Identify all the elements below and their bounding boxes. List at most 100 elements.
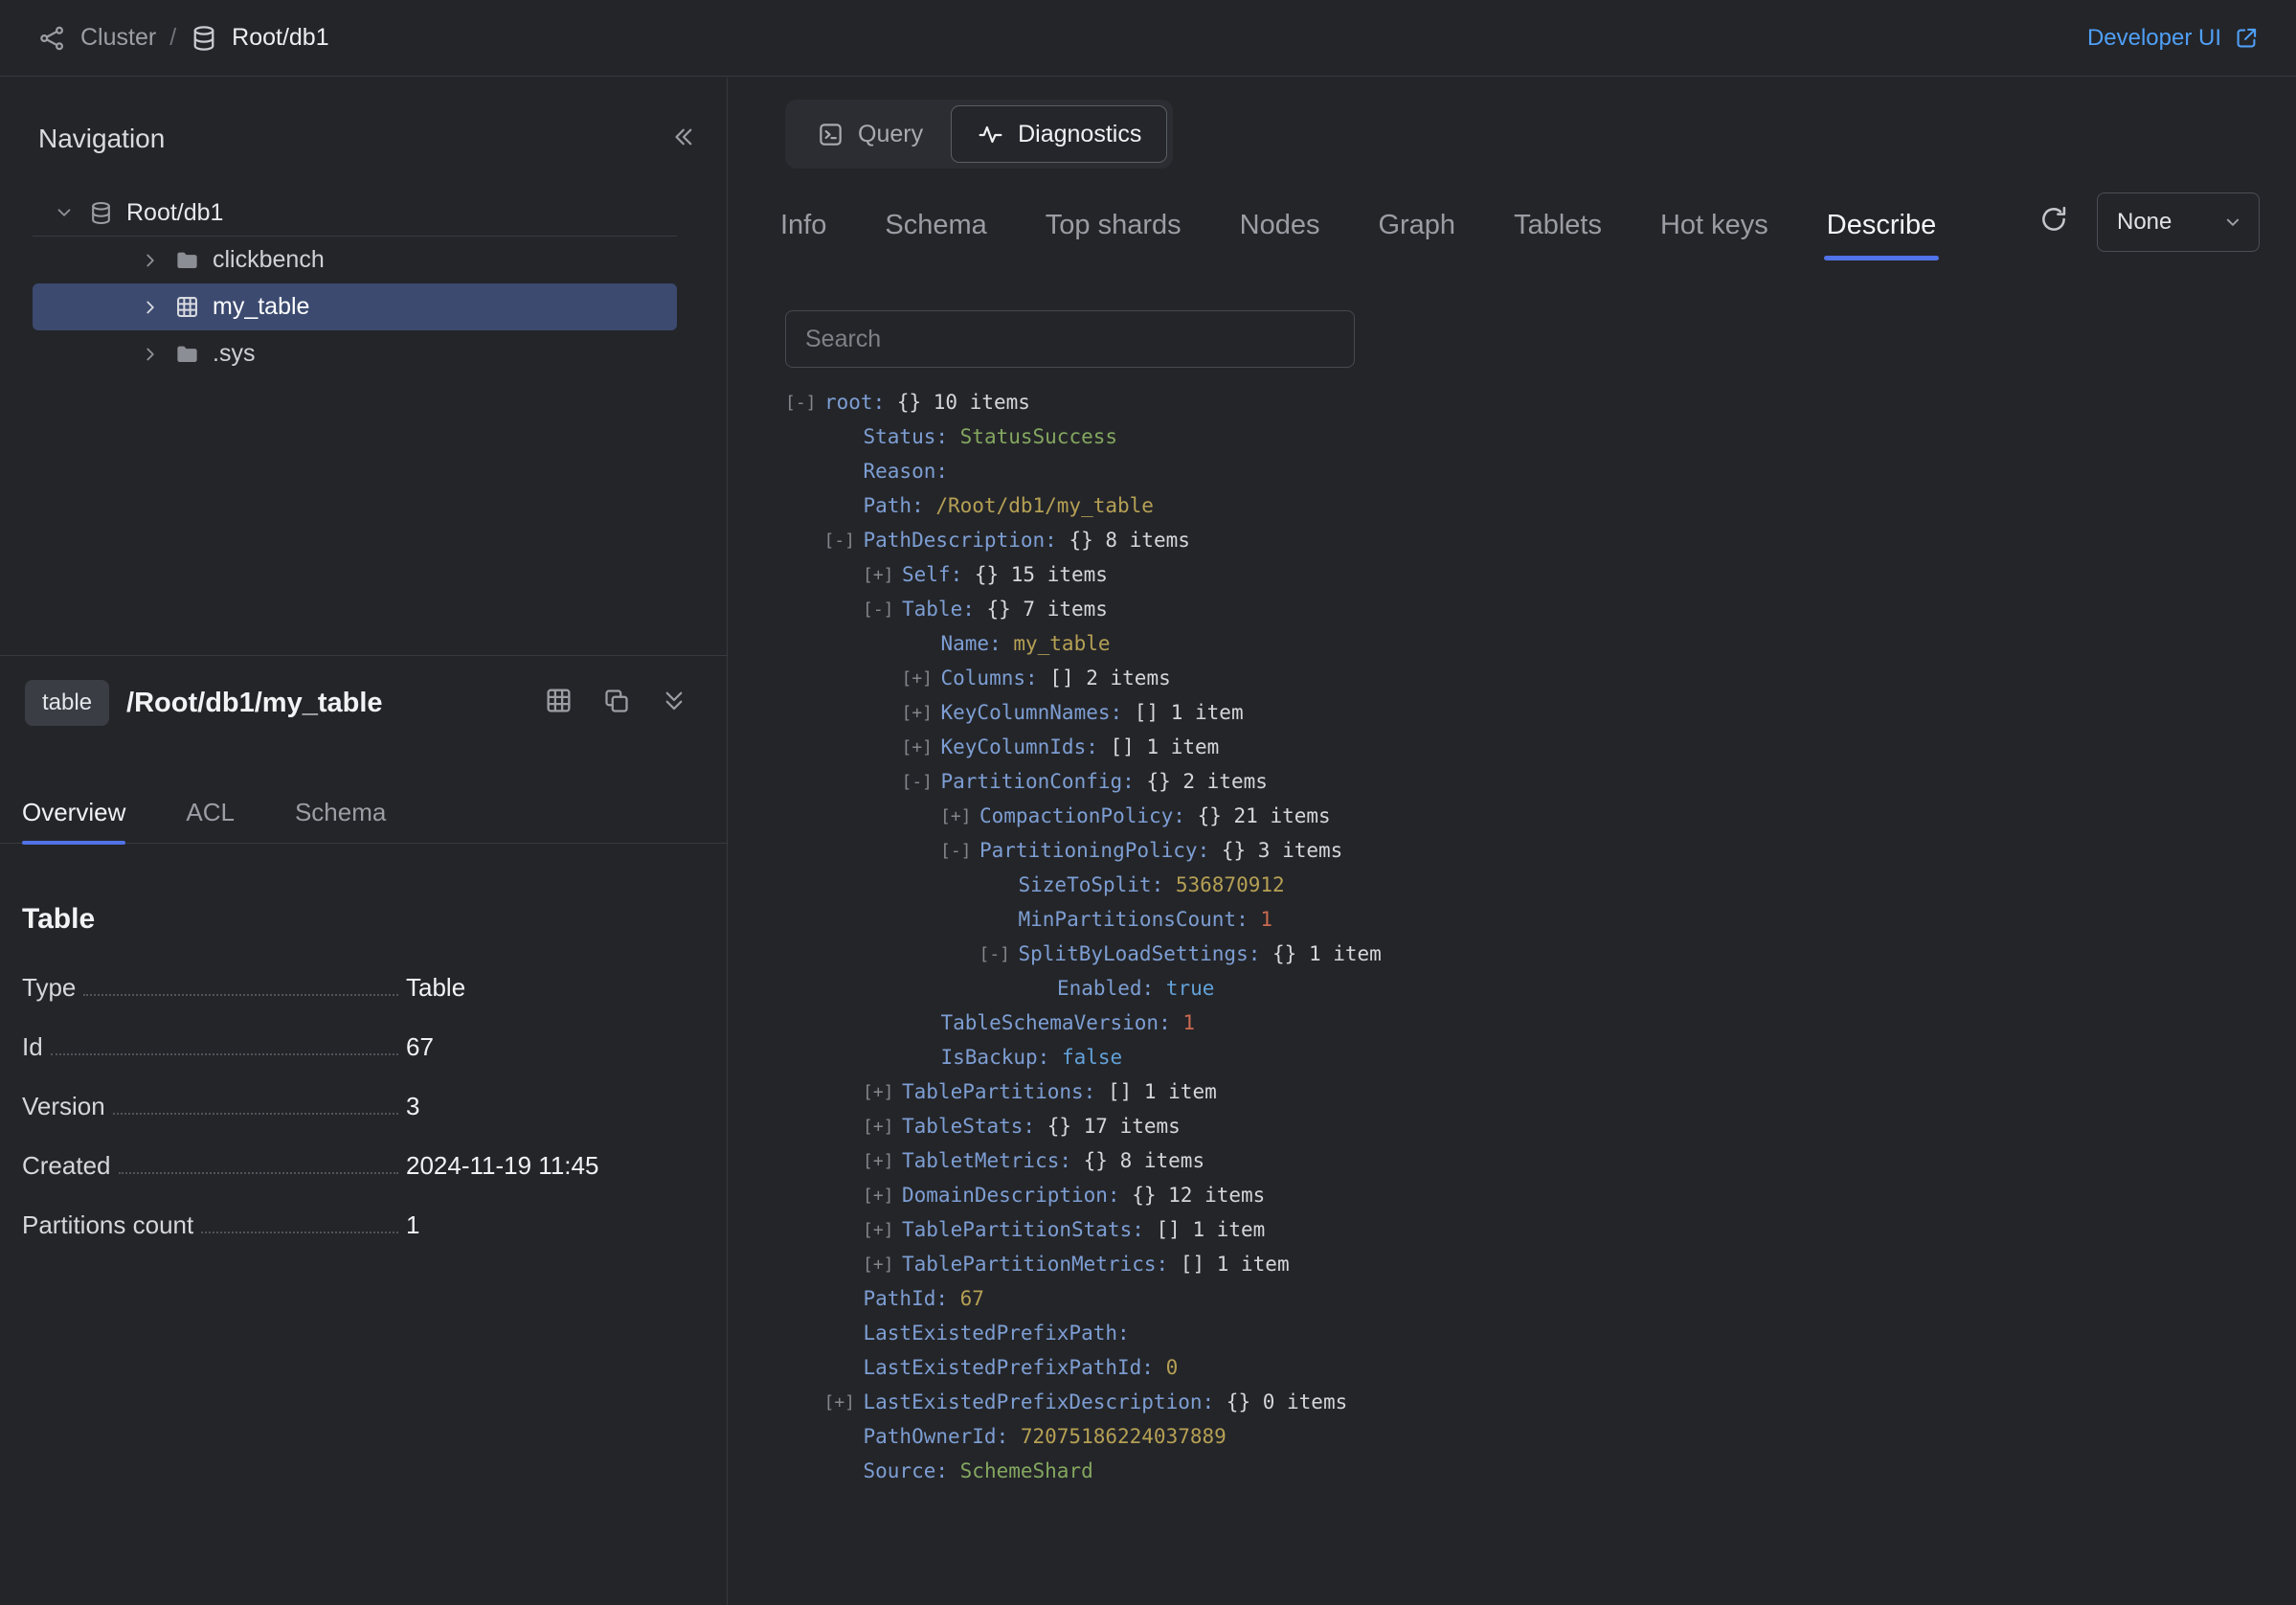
database-icon <box>190 24 218 53</box>
tab-top-shards[interactable]: Top shards <box>1043 191 1184 260</box>
chevron-down-icon <box>2220 210 2245 235</box>
json-toggle-button[interactable]: [-] <box>785 393 824 413</box>
field-label: Version <box>22 1092 105 1121</box>
describe-line: LastExistedPrefixPath: <box>785 1316 1382 1350</box>
tab-hot-keys[interactable]: Hot keys <box>1657 191 1771 260</box>
json-key: KeyColumnNames: <box>941 701 1123 724</box>
json-toggle-button[interactable]: [+] <box>902 737 941 757</box>
collapse-navigation-button[interactable] <box>665 119 702 160</box>
json-toggle-button[interactable]: [+] <box>940 806 979 826</box>
double-chevron-left-icon <box>669 123 698 151</box>
chevron-right-icon[interactable] <box>139 296 162 319</box>
field-label: Created <box>22 1151 111 1181</box>
breadcrumb-separator: / <box>169 24 176 52</box>
json-toggle-button[interactable]: [+] <box>902 668 941 689</box>
describe-line: LastExistedPrefixPathId: 0 <box>785 1350 1382 1385</box>
describe-line: [+]TablePartitionStats: [] 1 item <box>785 1212 1382 1247</box>
summary-tab-schema[interactable]: Schema <box>295 781 386 843</box>
json-toggle-button[interactable]: [+] <box>824 1392 864 1413</box>
describe-line: [+]CompactionPolicy: {} 21 items <box>785 799 1382 833</box>
json-toggle-button[interactable]: [-] <box>940 841 979 861</box>
refresh-button[interactable] <box>2036 201 2072 242</box>
json-toggle-button[interactable]: [-] <box>824 531 864 551</box>
developer-ui-link[interactable]: Developer UI <box>2087 25 2260 52</box>
json-toggle-button[interactable]: [+] <box>863 1186 902 1206</box>
describe-line: IsBackup: false <box>785 1040 1382 1074</box>
json-toggle-button[interactable]: [+] <box>902 703 941 723</box>
json-value: 1 <box>1171 1011 1195 1034</box>
database-icon <box>88 200 114 226</box>
tab-graph[interactable]: Graph <box>1375 191 1458 260</box>
describe-line: SizeToSplit: 536870912 <box>785 868 1382 902</box>
nav-tree-item-clickbench[interactable]: clickbench <box>33 237 677 283</box>
search-input[interactable] <box>785 310 1355 368</box>
double-chevron-down-icon <box>660 687 688 715</box>
describe-line: [+]TableStats: {} 17 items <box>785 1109 1382 1143</box>
json-key: root: <box>824 391 885 414</box>
json-key: TablePartitionStats: <box>902 1218 1144 1241</box>
nav-tree-item-my-table[interactable]: my_table <box>33 283 677 330</box>
json-toggle-button[interactable]: [+] <box>863 1255 902 1275</box>
chevron-down-icon[interactable] <box>53 201 76 224</box>
json-key: Enabled: <box>1057 977 1154 1000</box>
json-key: Self: <box>902 563 962 586</box>
json-key: LastExistedPrefixPath: <box>864 1322 1130 1345</box>
mode-query-button[interactable]: Query <box>791 105 949 163</box>
tab-nodes[interactable]: Nodes <box>1237 191 1323 260</box>
json-key: SplitByLoadSettings: <box>1019 942 1261 965</box>
copy-path-button[interactable] <box>600 685 633 722</box>
nav-tree-item-root-db1[interactable]: Root/db1 <box>33 190 677 237</box>
json-toggle-button[interactable]: [+] <box>863 1117 902 1137</box>
json-key: Reason: <box>864 460 949 483</box>
json-key: Path: <box>864 494 924 517</box>
expand-summary-button[interactable] <box>658 685 690 722</box>
folder-icon <box>174 247 200 273</box>
json-key: CompactionPolicy: <box>979 804 1185 827</box>
summary-tab-overview[interactable]: Overview <box>22 781 125 843</box>
field-label: Type <box>22 973 76 1003</box>
json-key: IsBackup: <box>941 1046 1050 1069</box>
json-value: /Root/db1/my_table <box>924 494 1154 517</box>
tab-tablets[interactable]: Tablets <box>1511 191 1605 260</box>
mode-diagnostics-button[interactable]: Diagnostics <box>951 105 1167 163</box>
describe-line: TableSchemaVersion: 1 <box>785 1006 1382 1040</box>
json-meta: {} 3 items <box>1209 839 1342 862</box>
json-toggle-button[interactable]: [+] <box>863 1151 902 1171</box>
json-meta: {} 8 items <box>1057 529 1190 552</box>
json-key: Status: <box>864 425 949 448</box>
json-key: Columns: <box>941 667 1038 689</box>
json-toggle-button[interactable]: [-] <box>979 944 1019 964</box>
main-panel: Query Diagnostics Info Schema Top shards Nod… <box>729 78 2296 1605</box>
breadcrumb-cluster[interactable]: Cluster <box>80 24 156 52</box>
json-key: TableSchemaVersion: <box>941 1011 1171 1034</box>
json-toggle-button[interactable]: [-] <box>902 772 941 792</box>
json-key: TabletMetrics: <box>902 1149 1071 1172</box>
chevron-right-icon[interactable] <box>139 343 162 366</box>
sidebar: Navigation Root/db1clickbenchmy_table.sy… <box>0 78 728 1605</box>
json-meta: {} 12 items <box>1120 1184 1266 1207</box>
json-key: TableStats: <box>902 1115 1035 1138</box>
describe-line: PathId: 67 <box>785 1281 1382 1316</box>
tab-describe[interactable]: Describe <box>1824 191 1939 260</box>
describe-line: [+]LastExistedPrefixDescription: {} 0 it… <box>785 1385 1382 1419</box>
navigation-title: Navigation <box>38 124 165 154</box>
object-summary-header: table /Root/db1/my_table <box>25 674 690 732</box>
tab-info[interactable]: Info <box>777 191 829 260</box>
nav-tree-item-sys[interactable]: .sys <box>33 330 677 377</box>
json-value: SchemeShard <box>948 1459 1093 1482</box>
json-toggle-button[interactable]: [+] <box>863 1082 902 1102</box>
summary-tab-acl[interactable]: ACL <box>186 781 235 843</box>
describe-line: Name: my_table <box>785 626 1382 661</box>
open-preview-button[interactable] <box>542 684 575 722</box>
mode-label: Query <box>858 121 923 148</box>
json-toggle-button[interactable]: [+] <box>863 1220 902 1240</box>
json-meta: {} 17 items <box>1035 1115 1181 1138</box>
describe-line: [-]SplitByLoadSettings: {} 1 item <box>785 937 1382 971</box>
json-toggle-button[interactable]: [+] <box>863 565 902 585</box>
dotted-leader <box>83 994 398 996</box>
chevron-right-icon[interactable] <box>139 249 162 272</box>
tab-schema[interactable]: Schema <box>882 191 989 260</box>
json-key: PathDescription: <box>864 529 1057 552</box>
json-toggle-button[interactable]: [-] <box>863 599 902 620</box>
autorefresh-select[interactable]: None <box>2097 192 2260 252</box>
